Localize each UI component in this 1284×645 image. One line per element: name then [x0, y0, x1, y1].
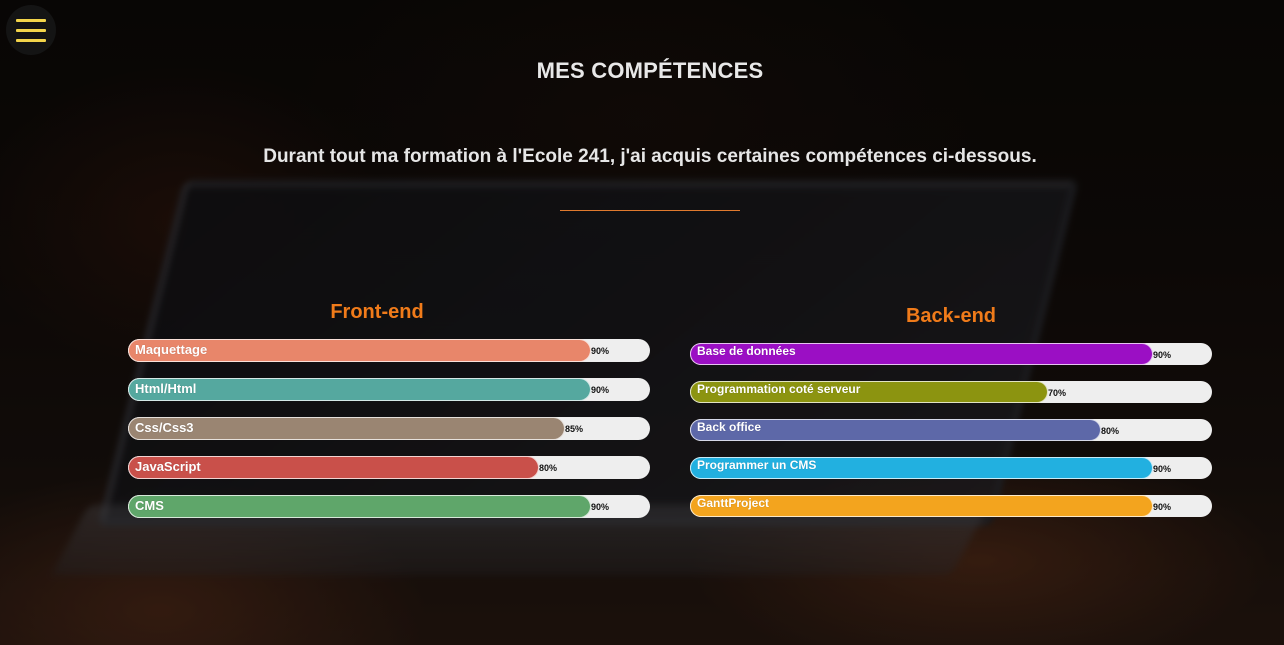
- skill-bar: Html/Html 90%: [128, 378, 650, 401]
- title-divider: [560, 210, 740, 211]
- page-title: MES COMPÉTENCES: [536, 58, 764, 83]
- hamburger-icon-bar: [16, 18, 46, 22]
- skill-label: CMS: [135, 498, 164, 513]
- back-end-title: Back-end: [905, 305, 997, 327]
- front-end-title: Front-end: [330, 301, 424, 323]
- back-end-skill-list: Base de données 90% Programmation coté ser…: [690, 343, 1212, 517]
- skill-percent: 90%: [1153, 350, 1172, 360]
- skill-label: Base de données: [697, 344, 796, 358]
- front-end-section: Front-end Maquettage 90% Html/Html 90% Css/C…: [128, 300, 650, 534]
- skill-label: Programmer un CMS: [697, 458, 817, 472]
- skill-label: Back office: [697, 420, 762, 434]
- skill-percent: 90%: [591, 502, 610, 512]
- skill-label: GanttProject: [697, 496, 770, 510]
- skill-percent: 90%: [1153, 464, 1172, 474]
- skill-bar-fill: [128, 378, 591, 401]
- hamburger-icon-bar: [16, 28, 46, 32]
- skill-bar: GanttProject 90%: [690, 495, 1212, 517]
- skill-percent: 90%: [591, 346, 610, 356]
- skill-percent: 80%: [1101, 426, 1120, 436]
- skill-bar-fill: [128, 495, 591, 518]
- hamburger-menu-button[interactable]: [6, 5, 56, 55]
- skill-bar: Css/Css3 85%: [128, 417, 650, 440]
- skill-bar: Base de données 90%: [690, 343, 1212, 365]
- skill-label: Html/Html: [135, 381, 197, 396]
- skill-bar: CMS 90%: [128, 495, 650, 518]
- skill-percent: 90%: [1153, 502, 1172, 512]
- front-end-skill-list: Maquettage 90% Html/Html 90% Css/Css3 85% Java…: [128, 339, 650, 518]
- hamburger-icon-bar: [16, 38, 46, 42]
- skill-label: Maquettage: [135, 342, 208, 357]
- skill-bar: JavaScript 80%: [128, 456, 650, 479]
- skill-bar: Programmer un CMS 90%: [690, 457, 1212, 479]
- skill-bar: Maquettage 90%: [128, 339, 650, 362]
- skill-label: JavaScript: [135, 459, 201, 474]
- skill-label: Css/Css3: [135, 420, 194, 435]
- skill-percent: 70%: [1048, 388, 1067, 398]
- skill-label: Programmation coté serveur: [697, 382, 861, 396]
- back-end-section: Back-end Base de données 90% Programmation…: [690, 304, 1212, 533]
- intro-text: Durant tout ma formation à l'Ecole 241, …: [263, 146, 1037, 167]
- skill-percent: 85%: [565, 424, 584, 434]
- skill-percent: 90%: [591, 385, 610, 395]
- skill-bar: Programmation coté serveur 70%: [690, 381, 1212, 403]
- skill-bar: Back office 80%: [690, 419, 1212, 441]
- skill-percent: 80%: [539, 463, 558, 473]
